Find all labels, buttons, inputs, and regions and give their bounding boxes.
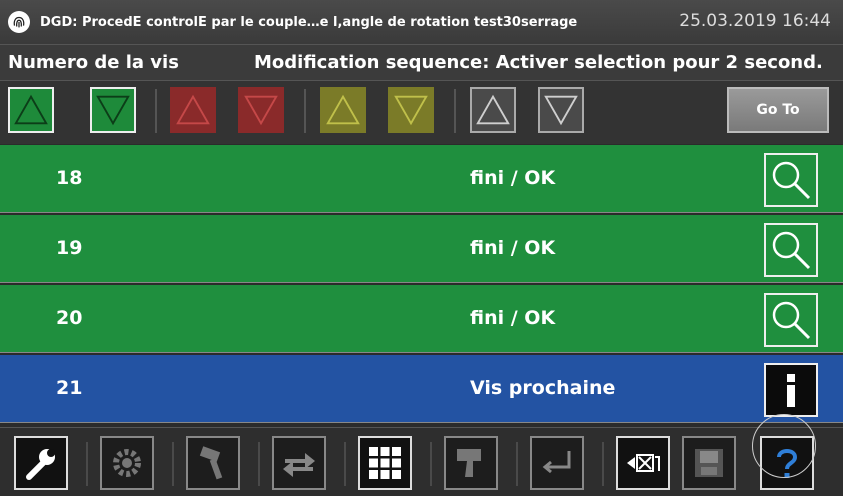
toolbar-divider (516, 442, 518, 486)
toolbar-divider (172, 442, 174, 486)
screw-status: fini / OK (470, 167, 556, 189)
screw-number: 21 (56, 377, 83, 399)
details-button[interactable] (764, 223, 818, 277)
list-row-20[interactable]: 20 fini / OK (0, 285, 843, 353)
navigation-toolbar: Go To (0, 80, 843, 144)
settings-button[interactable] (100, 436, 154, 490)
triangle-up-icon (326, 94, 360, 125)
grid-icon (369, 447, 401, 479)
gray-up-button[interactable] (470, 87, 516, 133)
toolbar-divider (258, 442, 260, 486)
triangle-up-icon (176, 94, 210, 125)
info-button[interactable] (764, 363, 818, 417)
list-header: Numero de la vis Modification sequence: … (0, 44, 843, 80)
column-header-screw-number: Numero de la vis (8, 52, 179, 73)
screw-status: fini / OK (470, 237, 556, 259)
toolbar-divider (304, 89, 306, 133)
list-row-19[interactable]: 19 fini / OK (0, 215, 843, 283)
list-row-21[interactable]: 21 Vis prochaine (0, 355, 843, 423)
triangle-down-icon (544, 95, 578, 126)
screw-number: 19 (56, 237, 83, 259)
gray-down-button[interactable] (538, 87, 584, 133)
triangle-down-icon (96, 95, 130, 126)
swap-button[interactable] (272, 436, 326, 490)
toolbar-divider (86, 442, 88, 486)
datetime: 25.03.2019 16:44 (679, 11, 831, 31)
triangle-up-icon (476, 94, 510, 125)
details-button[interactable] (764, 293, 818, 347)
screw-status: Vis prochaine (470, 377, 616, 399)
yellow-down-button[interactable] (388, 87, 434, 133)
details-button[interactable] (764, 153, 818, 207)
search-icon (772, 231, 811, 270)
help-icon (777, 449, 798, 478)
toolbar-divider (602, 442, 604, 486)
save-icon (695, 449, 723, 477)
gear-icon (113, 449, 141, 477)
triangle-down-icon (244, 95, 278, 126)
yellow-up-button[interactable] (320, 87, 366, 133)
toolbar-divider (430, 442, 432, 486)
screw-status: fini / OK (470, 307, 556, 329)
tool-button[interactable] (186, 436, 240, 490)
toolbar-divider (454, 89, 456, 133)
tool-icon (199, 446, 223, 480)
delete-icon (627, 454, 660, 472)
screw-list: 18 fini / OK 19 fini / OK 20 fini / OK 2… (0, 145, 843, 427)
enter-button[interactable] (530, 436, 584, 490)
screw-number: 20 (56, 307, 83, 329)
help-button[interactable] (760, 436, 814, 490)
scanner-button[interactable] (444, 436, 498, 490)
list-row-18[interactable]: 18 fini / OK (0, 145, 843, 213)
grid-button[interactable] (358, 436, 412, 490)
search-icon (772, 301, 811, 340)
green-down-button[interactable] (90, 87, 136, 133)
fingerprint-logo-icon (8, 11, 30, 33)
toolbar-divider (155, 89, 157, 133)
scanner-icon (457, 449, 481, 477)
info-icon (787, 374, 795, 407)
delete-button[interactable] (616, 436, 670, 490)
red-up-button[interactable] (170, 87, 216, 133)
search-icon (772, 161, 811, 200)
wrench-button[interactable] (14, 436, 68, 490)
screw-number: 18 (56, 167, 83, 189)
red-down-button[interactable] (238, 87, 284, 133)
triangle-down-icon (394, 95, 428, 126)
goto-button[interactable]: Go To (727, 87, 829, 133)
enter-icon (542, 451, 571, 474)
save-button[interactable] (682, 436, 736, 490)
title-bar: DGD: ProcedE controlE par le couple…e l,… (0, 0, 843, 44)
swap-arrows-icon (283, 453, 315, 477)
triangle-up-icon (14, 94, 48, 125)
green-up-button[interactable] (8, 87, 54, 133)
wrench-icon (26, 449, 55, 480)
window-title: DGD: ProcedE controlE par le couple…e l,… (40, 14, 578, 30)
column-header-sequence: Modification sequence: Activer selection… (254, 52, 823, 73)
bottom-toolbar (0, 427, 843, 496)
toolbar-divider (344, 442, 346, 486)
